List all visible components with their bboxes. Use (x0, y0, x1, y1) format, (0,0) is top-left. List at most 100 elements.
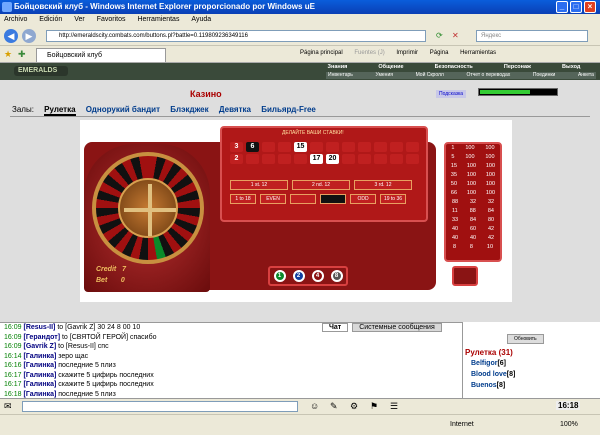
number-cell[interactable] (342, 154, 355, 164)
odd-bet[interactable]: ODD (350, 194, 376, 204)
number-cell[interactable] (278, 154, 291, 164)
chat-icon[interactable]: ✉ (4, 401, 12, 412)
chat-line[interactable]: 16:14 [Галинка] зеро щас (4, 352, 88, 362)
low-bet[interactable]: 1 to 18 (230, 194, 256, 204)
address-input[interactable]: http://emeraldscity.combats.com/buttons.… (46, 30, 426, 42)
menu-ayuda[interactable]: Ayuda (191, 16, 211, 23)
subnav-inventory[interactable]: Инвентарь (328, 72, 353, 79)
subnav-scroll[interactable]: Мой Скролл (416, 72, 444, 79)
number-cell[interactable]: 2 (230, 154, 243, 164)
tab-system-messages[interactable]: Системные сообщения (352, 323, 442, 332)
feeds-button[interactable]: Fuentes (J) (354, 50, 384, 56)
number-cell[interactable] (374, 142, 387, 152)
number-cell[interactable] (246, 154, 259, 164)
chat-input[interactable] (22, 401, 298, 412)
hall-roulette[interactable]: Рулетка (44, 105, 76, 116)
number-cell[interactable] (390, 154, 403, 164)
chat-line[interactable]: 16:16 [Галинка] последние 5 плиз (4, 361, 116, 371)
number-cell[interactable] (342, 142, 355, 152)
black-bet[interactable] (320, 194, 346, 204)
zoom-level[interactable]: 100% (560, 421, 578, 428)
back-icon[interactable]: ◀ (4, 29, 18, 43)
number-cell[interactable] (294, 154, 307, 164)
list-icon[interactable]: ☰ (390, 401, 398, 412)
chip-4[interactable]: 4 (311, 270, 324, 282)
chat-line[interactable]: 16:09 [Gavrik Z] to [Resus-II] спс (4, 342, 109, 352)
refresh-icon[interactable]: ⟳ (436, 31, 443, 40)
stop-icon[interactable]: ✕ (452, 31, 459, 40)
chat-sender[interactable]: [Gavrik Z] (23, 343, 56, 350)
number-cell[interactable] (262, 142, 275, 152)
chat-sender[interactable]: [Герандот] (23, 334, 60, 341)
chat-sender[interactable]: [Галинка] (23, 353, 56, 360)
number-cell[interactable]: 6 (246, 142, 259, 152)
menu-edicion[interactable]: Edición (39, 16, 62, 23)
chat-sender[interactable]: [Галинка] (23, 381, 56, 388)
subnav-skills[interactable]: Умения (376, 72, 393, 79)
second-dozen-bet[interactable]: 2 nd. 12 (292, 180, 350, 190)
high-bet[interactable]: 19 to 36 (380, 194, 406, 204)
chat-sender[interactable]: [Галинка] (23, 372, 56, 379)
subnav-profile[interactable]: Анкета (578, 72, 594, 79)
close-button[interactable]: × (584, 1, 596, 13)
hall-blackjack[interactable]: Блэкджек (170, 105, 208, 114)
menu-herramientas[interactable]: Herramientas (137, 16, 179, 23)
menu-archivo[interactable]: Archivo (4, 16, 27, 23)
hall-nine[interactable]: Девятка (219, 105, 251, 114)
nav-security[interactable]: Безопасность (435, 64, 473, 71)
forward-icon[interactable]: ▶ (22, 29, 36, 43)
nav-knowledge[interactable]: Знания (328, 64, 348, 71)
number-cell[interactable] (278, 142, 291, 152)
number-cell[interactable]: 15 (294, 142, 307, 152)
number-cell[interactable] (358, 142, 371, 152)
chip-1[interactable]: 1 (273, 270, 286, 282)
chat-line[interactable]: 16:17 [Галинка] скажите 5 цифирь последн… (4, 380, 154, 390)
minimize-button[interactable]: _ (556, 1, 568, 13)
betting-table[interactable]: ДЕЛАЙТЕ ВАШИ СТАВКИ! 3 6 15 2 17 20 1 st. 12… (220, 126, 428, 222)
number-cell[interactable] (406, 154, 419, 164)
player-row[interactable]: Buenos[8] (471, 382, 505, 389)
number-cell[interactable]: 3 (230, 142, 243, 152)
hall-billiard[interactable]: Бильярд-Free (261, 105, 316, 114)
refresh-button[interactable]: Обновить (507, 334, 544, 344)
clear-icon[interactable]: ✎ (330, 401, 338, 412)
number-cell[interactable] (310, 142, 323, 152)
chat-line[interactable]: 16:17 [Галинка] скажите 5 цифирь последн… (4, 371, 154, 381)
filter-icon[interactable]: ⚑ (370, 401, 378, 412)
tab-chat[interactable]: Чат (322, 323, 349, 332)
smile-icon[interactable]: ☺ (310, 401, 319, 411)
third-dozen-bet[interactable]: 3 rd. 12 (354, 180, 412, 190)
maximize-button[interactable]: □ (570, 1, 582, 13)
chip-2[interactable]: 2 (292, 270, 305, 282)
first-dozen-bet[interactable]: 1 st. 12 (230, 180, 288, 190)
hall-slot-machine[interactable]: Однорукий бандит (86, 105, 160, 114)
chat-line[interactable]: 16:09 [Resus-II] to [Gavrik Z] 30 24 8 0… (4, 323, 140, 333)
spin-button[interactable] (452, 266, 478, 286)
home-button[interactable]: Página principal (300, 50, 343, 56)
add-favorite-icon[interactable]: ✚ (18, 49, 26, 60)
chat-sender[interactable]: [Галинка] (23, 362, 56, 369)
number-cell[interactable]: 17 (310, 154, 323, 164)
tab-fight-club[interactable]: Бойцовский клуб (36, 48, 166, 62)
search-input[interactable]: Яндекс (476, 30, 588, 42)
number-cell[interactable] (374, 154, 387, 164)
page-button[interactable]: Página (430, 50, 449, 56)
number-cell[interactable] (262, 154, 275, 164)
tools-button[interactable]: Herramientas (460, 50, 496, 56)
player-row[interactable]: Blood love[8] (471, 371, 515, 378)
settings-icon[interactable]: ⚙ (350, 401, 358, 412)
number-cell[interactable] (358, 154, 371, 164)
subnav-fights[interactable]: Поединки (533, 72, 556, 79)
number-cell[interactable] (390, 142, 403, 152)
hint-button[interactable]: Подсказка (436, 90, 467, 98)
subnav-transfers[interactable]: Отчет о переводах (466, 72, 510, 79)
chat-line[interactable]: 16:09 [Герандот] to [СВЯТОЙ ГЕРОЙ] спаси… (4, 333, 156, 343)
red-bet[interactable] (290, 194, 316, 204)
menu-favoritos[interactable]: Favoritos (97, 16, 126, 23)
chat-sender[interactable]: [Resus-II] (23, 324, 55, 331)
print-button[interactable]: Imprimir (396, 50, 418, 56)
nav-communication[interactable]: Общение (378, 64, 403, 71)
favorites-star-icon[interactable]: ★ (4, 49, 12, 60)
even-bet[interactable]: EVEN (260, 194, 286, 204)
chat-sender[interactable]: [Галинка] (23, 391, 56, 398)
